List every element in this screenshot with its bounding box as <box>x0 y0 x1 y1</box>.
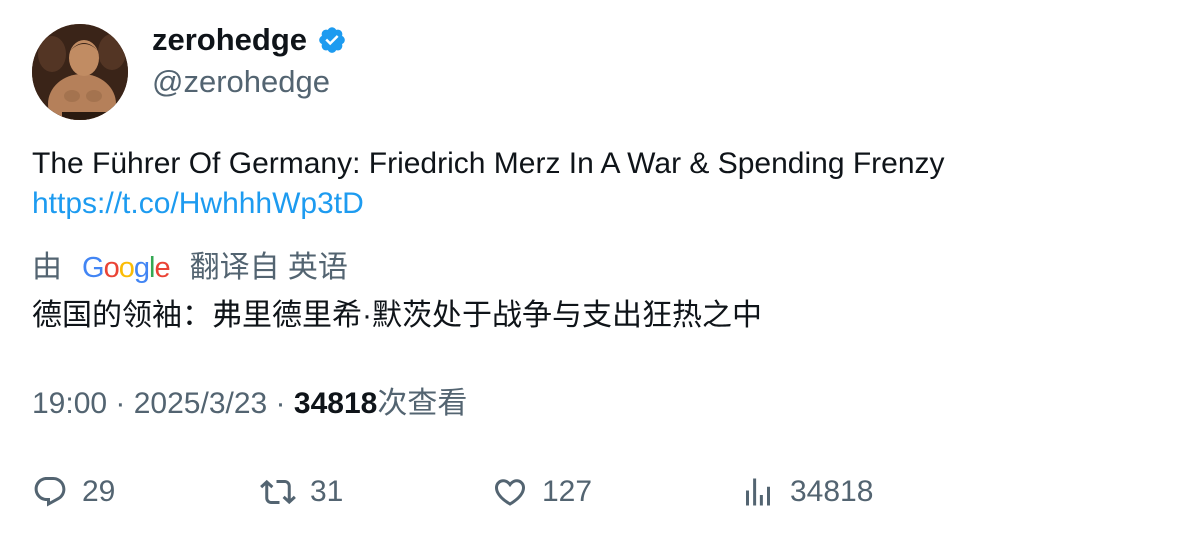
views-action-count: 34818 <box>790 475 874 508</box>
retweet-button[interactable]: 31 <box>260 470 343 514</box>
avatar[interactable] <box>32 24 128 120</box>
views-count: 34818 <box>293 387 378 420</box>
views-label: 次查看 <box>377 387 468 420</box>
google-logo: Google <box>82 252 171 284</box>
heart-icon <box>494 479 526 506</box>
retweet-count: 31 <box>310 475 344 508</box>
views-button[interactable]: 34818 <box>740 470 873 514</box>
translation-attribution[interactable]: 由 Google 翻译自 英语 <box>32 248 348 288</box>
tweet-time[interactable]: 19:00 <box>32 387 107 420</box>
reply-count: 29 <box>82 475 116 508</box>
meta-separator: · <box>107 387 134 420</box>
verified-badge-icon <box>319 27 345 53</box>
tweet-link[interactable]: https://t.co/HwhhhWp3tD <box>32 184 364 224</box>
analytics-bar-chart-icon <box>746 478 770 506</box>
translation-suffix: 翻译自 英语 <box>189 251 348 284</box>
reply-button[interactable]: 29 <box>32 470 115 514</box>
tweet-text: The Führer Of Germany: Friedrich Merz In… <box>32 147 945 180</box>
avatar-photo <box>32 24 128 120</box>
user-handle[interactable]: @zerohedge <box>152 64 330 100</box>
display-name[interactable]: zerohedge <box>152 22 347 58</box>
tweet-meta: 19:00 · 2025/3/23 · 34818次查看 <box>32 384 467 424</box>
tweet-date[interactable]: 2025/3/23 <box>134 387 267 420</box>
translation-prefix: 由 <box>32 251 62 284</box>
translated-text: 德国的领袖：弗里德里希·默茨处于战争与支出狂热之中 <box>32 299 762 332</box>
retweet-icon <box>260 479 296 505</box>
like-count: 127 <box>542 475 593 508</box>
reply-icon <box>34 477 66 507</box>
display-name-text: zerohedge <box>152 22 308 57</box>
like-button[interactable]: 127 <box>492 470 592 514</box>
meta-separator: · <box>267 387 294 420</box>
